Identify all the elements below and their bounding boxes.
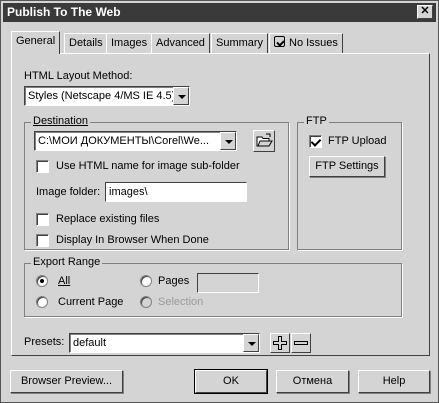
all-radio[interactable] bbox=[36, 275, 48, 287]
general-panel: HTML Layout Method: Styles (Netscape 4/M… bbox=[11, 53, 430, 356]
tab-no-issues-label: No Issues bbox=[289, 37, 338, 49]
image-folder-input[interactable]: images\ bbox=[105, 182, 247, 202]
open-folder-icon bbox=[256, 133, 273, 147]
close-icon: ✕ bbox=[420, 5, 430, 17]
window-title: Publish To The Web bbox=[7, 5, 121, 19]
help-button[interactable]: Help bbox=[358, 370, 430, 393]
destination-group: Destination C:\МОИ ДОКУМЕНТЫ\Corel\We...… bbox=[24, 115, 289, 250]
tab-advanced[interactable]: Advanced bbox=[151, 33, 210, 53]
use-html-name-label: Use HTML name for image sub-folder bbox=[56, 160, 240, 172]
layout-method-label: HTML Layout Method: bbox=[24, 70, 133, 82]
ftp-group: FTP FTP Upload FTP Settings bbox=[297, 115, 402, 250]
image-folder-label: Image folder: bbox=[36, 186, 101, 198]
pages-input[interactable] bbox=[197, 273, 259, 293]
replace-files-checkbox[interactable] bbox=[36, 213, 49, 226]
ok-button[interactable]: OK bbox=[194, 369, 268, 394]
ftp-settings-button[interactable]: FTP Settings bbox=[309, 156, 385, 177]
cancel-button[interactable]: Отмена bbox=[276, 370, 349, 393]
chevron-down-icon bbox=[220, 132, 236, 150]
add-preset-button[interactable] bbox=[270, 333, 290, 353]
pages-label: Pages bbox=[158, 275, 190, 287]
ftp-upload-checkbox[interactable] bbox=[309, 135, 322, 148]
presets-label: Presets: bbox=[24, 336, 65, 348]
tab-general[interactable]: General bbox=[11, 31, 61, 54]
title-bar: Publish To The Web ✕ bbox=[3, 3, 436, 22]
destination-path-value: C:\МОИ ДОКУМЕНТЫ\Corel\We... bbox=[38, 135, 210, 147]
current-page-radio[interactable] bbox=[36, 296, 48, 308]
destination-path-select[interactable]: C:\МОИ ДОКУМЕНТЫ\Corel\We... bbox=[34, 131, 237, 151]
browser-preview-button[interactable]: Browser Preview... bbox=[10, 370, 123, 393]
tab-details[interactable]: Details bbox=[64, 33, 108, 53]
browse-folder-button[interactable] bbox=[253, 130, 275, 152]
use-html-name-checkbox[interactable] bbox=[36, 160, 49, 173]
display-in-browser-checkbox[interactable] bbox=[36, 234, 49, 247]
minus-icon bbox=[294, 341, 308, 345]
tab-summary[interactable]: Summary bbox=[211, 33, 269, 53]
plus-icon bbox=[273, 336, 287, 350]
presets-select[interactable]: default bbox=[69, 333, 260, 353]
display-in-browser-label: Display In Browser When Done bbox=[56, 234, 209, 246]
close-button[interactable]: ✕ bbox=[417, 5, 433, 19]
presets-value: default bbox=[73, 337, 107, 349]
publish-dialog: Publish To The Web ✕ General Details Ima… bbox=[0, 0, 439, 403]
replace-files-label: Replace existing files bbox=[56, 213, 160, 225]
layout-method-select[interactable]: Styles (Netscape 4/MS IE 4.5) bbox=[24, 86, 190, 106]
pages-radio[interactable] bbox=[140, 275, 152, 287]
destination-title: Destination bbox=[31, 115, 91, 127]
chevron-down-icon bbox=[243, 334, 259, 352]
remove-preset-button[interactable] bbox=[291, 333, 311, 353]
current-page-label: Current Page bbox=[58, 296, 124, 308]
selection-label: Selection bbox=[158, 296, 204, 308]
ftp-title: FTP bbox=[304, 115, 329, 127]
tab-no-issues[interactable]: No Issues bbox=[269, 33, 343, 53]
chevron-down-icon bbox=[173, 87, 189, 105]
selection-radio[interactable] bbox=[140, 296, 152, 308]
export-range-title: Export Range bbox=[31, 256, 103, 268]
check-hint-icon bbox=[274, 36, 285, 47]
tab-images[interactable]: Images bbox=[106, 33, 153, 53]
export-range-group: Export Range All Pages Current Page Sele… bbox=[24, 256, 402, 317]
layout-method-value: Styles (Netscape 4/MS IE 4.5) bbox=[28, 90, 176, 102]
all-label: All bbox=[58, 275, 71, 287]
ftp-upload-label: FTP Upload bbox=[328, 135, 387, 147]
